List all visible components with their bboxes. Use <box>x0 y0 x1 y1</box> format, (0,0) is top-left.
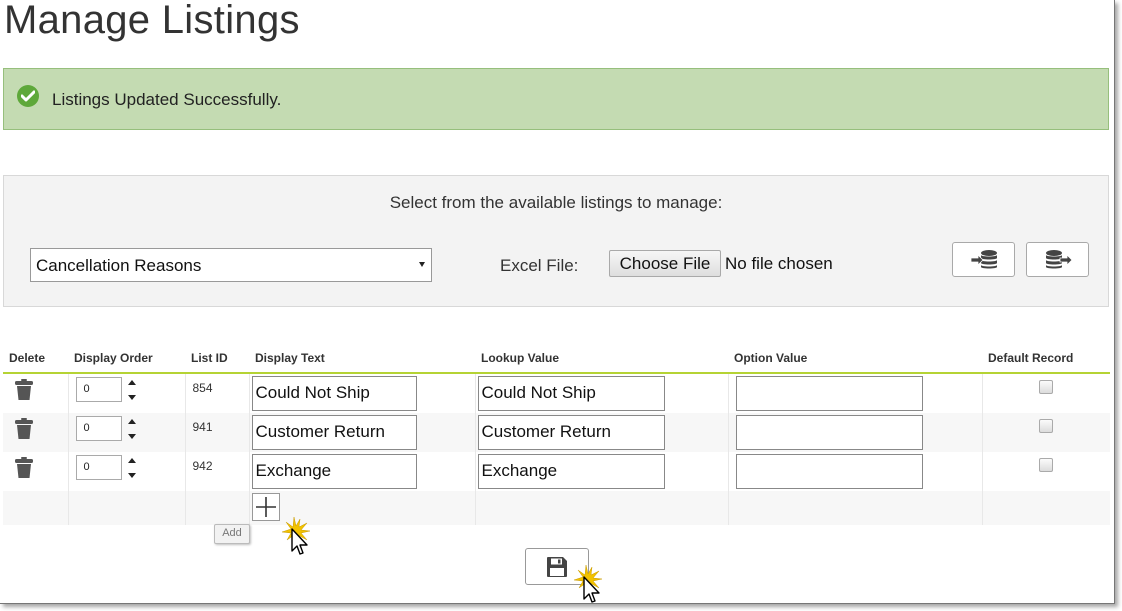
option-value-input[interactable] <box>735 415 923 450</box>
display-order-input[interactable]: 0 <box>75 416 122 441</box>
alert-message: Listings Updated Successfully. <box>52 90 282 109</box>
floppy-disk-icon <box>547 557 567 577</box>
spinner-arrows-icon[interactable] <box>127 378 137 402</box>
option-value-input[interactable] <box>735 376 923 411</box>
trash-icon[interactable] <box>15 457 33 484</box>
trash-icon[interactable] <box>15 379 33 406</box>
header-display-order: Display Order <box>68 344 185 374</box>
app-window: Manage Listings Listings Updated Success… <box>0 0 1115 604</box>
mouse-cursor-icon <box>573 564 603 603</box>
header-display-text: Display Text <box>249 344 475 374</box>
list-id: 942 <box>192 459 213 473</box>
add-row <box>3 491 1110 525</box>
success-alert: Listings Updated Successfully. <box>3 68 1109 130</box>
add-row-button[interactable] <box>251 493 280 521</box>
lookup-value-input[interactable]: Customer Return <box>477 415 665 450</box>
default-record-checkbox[interactable] <box>1038 419 1053 433</box>
chevron-down-icon <box>419 262 425 267</box>
header-default-record: Default Record <box>982 344 1110 374</box>
listings-table: Delete Display Order List ID Display Tex… <box>3 344 1110 525</box>
list-id: 854 <box>192 381 213 395</box>
lookup-value-input[interactable]: Exchange <box>477 454 665 489</box>
header-lookup-value: Lookup Value <box>475 344 728 374</box>
display-text-input[interactable]: Could Not Ship <box>251 376 417 411</box>
display-order-input[interactable]: 0 <box>75 455 122 480</box>
table-row: 0 854 Could Not Ship Could Not Ship <box>3 373 1110 413</box>
display-text-input[interactable]: Customer Return <box>251 415 417 450</box>
database-export-icon <box>1046 250 1073 269</box>
choose-file-button[interactable]: Choose File <box>609 250 721 277</box>
page-title: Manage Listings <box>4 0 300 42</box>
listing-selector-panel: Select from the available listings to ma… <box>3 175 1109 307</box>
excel-file-label: Excel File: <box>500 256 579 275</box>
export-excel-button[interactable] <box>1026 242 1089 277</box>
header-list-id: List ID <box>185 344 249 374</box>
selector-prompt: Select from the available listings to ma… <box>389 193 723 212</box>
default-record-checkbox[interactable] <box>1038 380 1053 394</box>
display-order-input[interactable]: 0 <box>75 377 122 402</box>
file-status: No file chosen <box>725 254 833 273</box>
header-option-value: Option Value <box>728 344 982 374</box>
spinner-arrows-icon[interactable] <box>127 417 137 441</box>
mouse-cursor-icon <box>281 516 311 555</box>
listing-select[interactable]: Cancellation Reasons <box>30 248 432 282</box>
lookup-value-input[interactable]: Could Not Ship <box>477 376 665 411</box>
spinner-arrows-icon[interactable] <box>127 456 137 480</box>
trash-icon[interactable] <box>15 418 33 445</box>
default-record-checkbox[interactable] <box>1038 458 1053 472</box>
listing-select-value: Cancellation Reasons <box>36 256 202 275</box>
display-text-input[interactable]: Exchange <box>251 454 417 489</box>
import-excel-button[interactable] <box>952 242 1015 277</box>
list-id: 941 <box>192 420 213 434</box>
table-row: 0 942 Exchange Exchange <box>3 452 1110 491</box>
add-tooltip: Add <box>214 524 250 544</box>
database-import-icon <box>970 250 997 269</box>
check-circle-icon <box>17 85 39 107</box>
plus-icon <box>255 497 276 517</box>
header-delete: Delete <box>3 344 68 374</box>
table-row: 0 941 Customer Return Customer Return <box>3 413 1110 452</box>
option-value-input[interactable] <box>735 454 923 489</box>
